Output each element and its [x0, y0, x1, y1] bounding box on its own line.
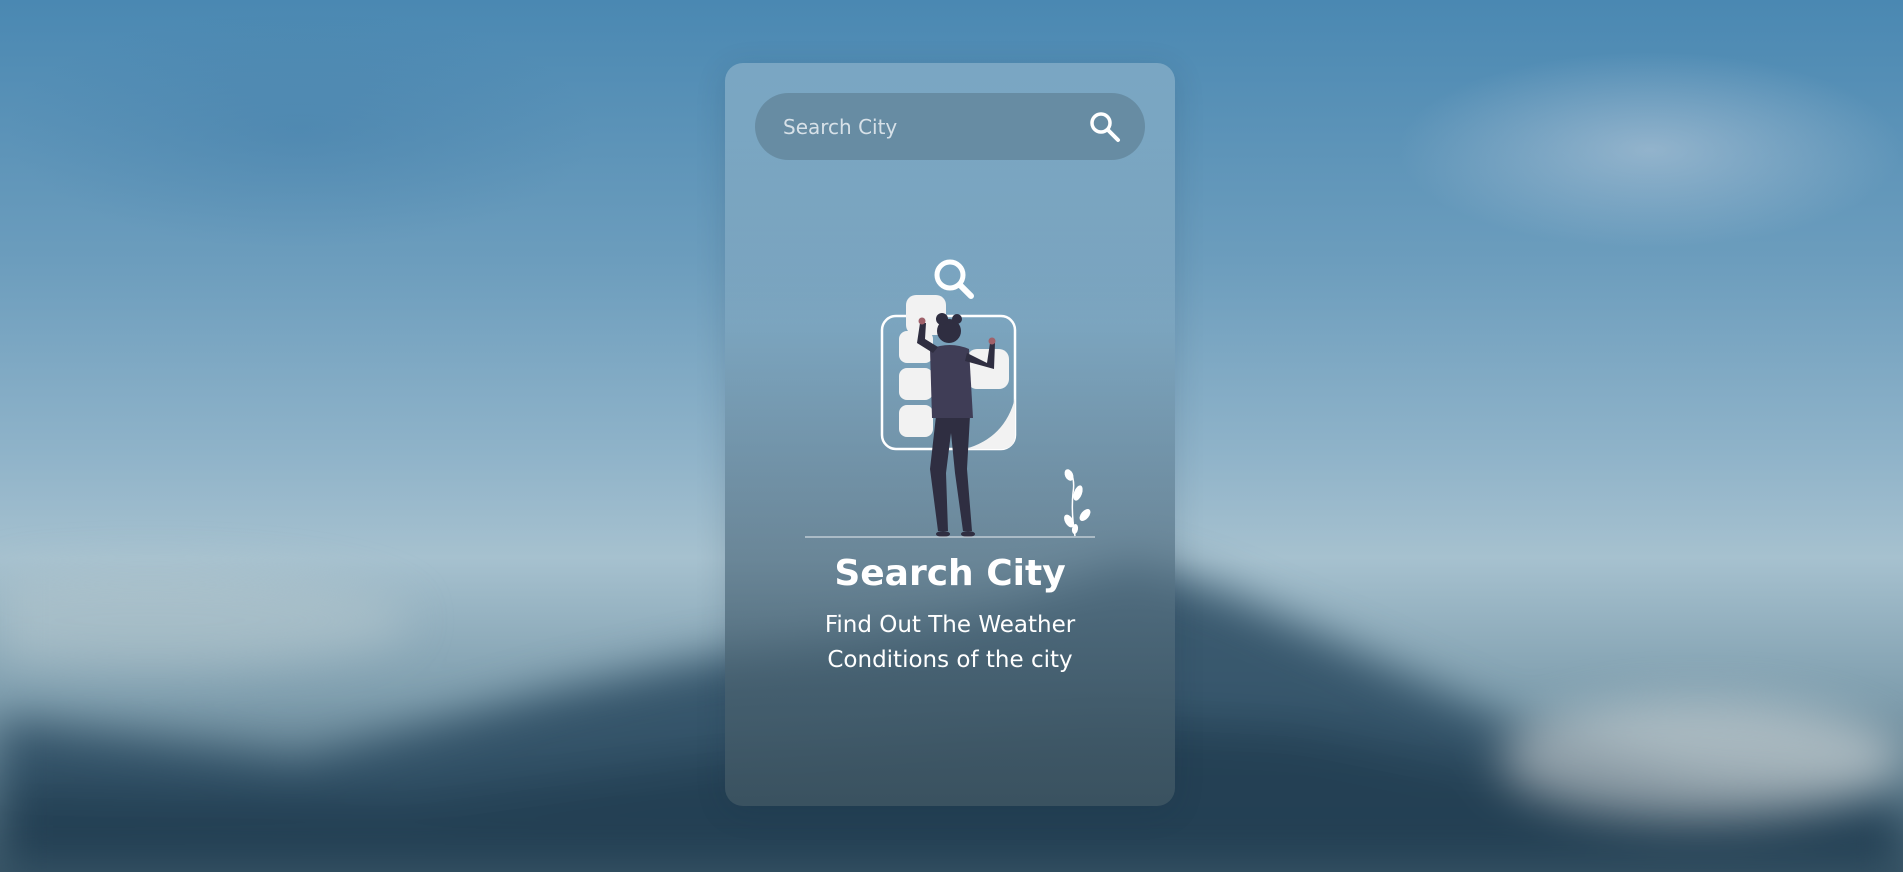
subtitle-line-2: Conditions of the city: [827, 647, 1073, 673]
search-city-illustration: [805, 259, 1095, 538]
empty-state-title: Search City: [834, 553, 1066, 594]
subtitle-line-1: Find Out The Weather: [824, 612, 1076, 638]
magnifier-icon: [934, 259, 974, 299]
search-button[interactable]: [1087, 109, 1123, 145]
weather-card: Search City Find Out The Weather Conditi…: [725, 63, 1175, 806]
search-bar: [755, 93, 1145, 160]
search-icon: [1090, 112, 1120, 142]
empty-state-subtitle: Find Out The Weather Conditions of the c…: [725, 608, 1175, 678]
search-input[interactable]: [783, 93, 1073, 160]
plant-decoration: [1064, 469, 1091, 537]
